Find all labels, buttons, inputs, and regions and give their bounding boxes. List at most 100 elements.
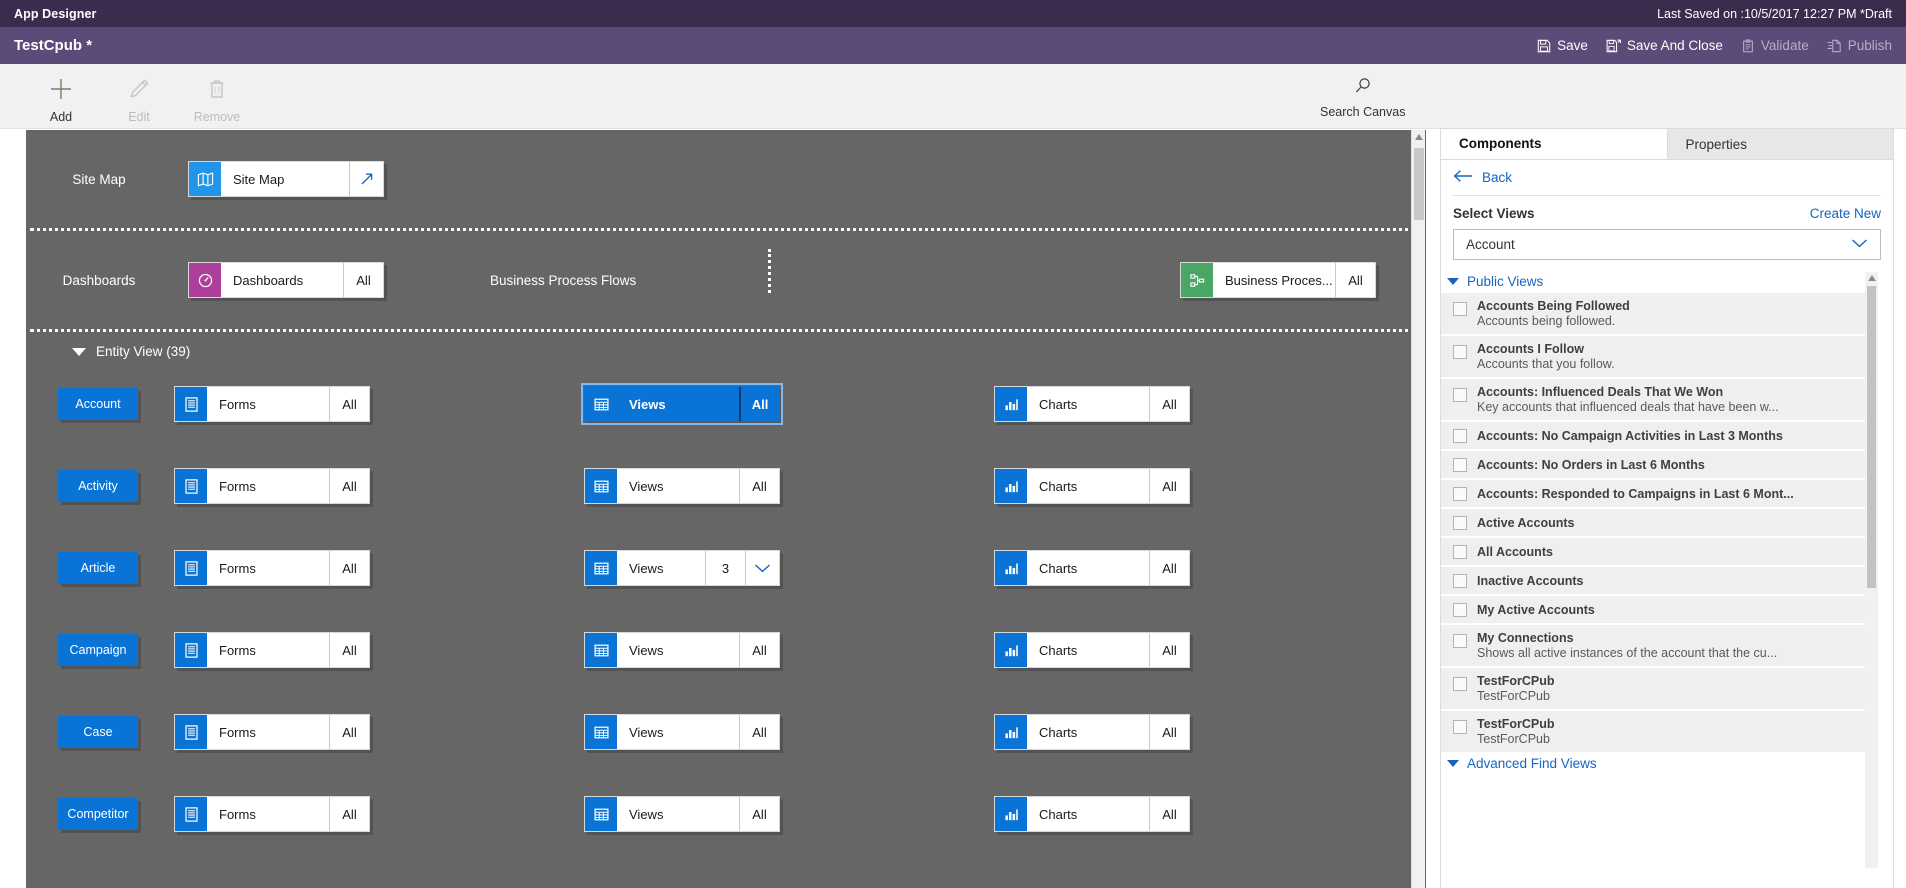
view-list-item[interactable]: TestForCPub TestForCPub — [1441, 711, 1865, 754]
charts-tile-article[interactable]: Charts All — [994, 550, 1190, 586]
views-tile-name: Views — [629, 560, 664, 576]
entity-chip-competitor[interactable]: Competitor — [58, 798, 138, 830]
view-checkbox[interactable] — [1453, 573, 1467, 588]
forms-tile-count: All — [329, 387, 369, 421]
entity-row: Article Forms All Views 3 Charts All — [26, 527, 1426, 609]
open-arrow-icon[interactable] — [349, 162, 383, 196]
forms-tile-activity[interactable]: Forms All — [174, 468, 370, 504]
view-checkbox[interactable] — [1453, 457, 1467, 472]
validate-button[interactable]: Validate — [1741, 38, 1809, 53]
view-checkbox[interactable] — [1453, 388, 1467, 402]
views-group-header[interactable]: Advanced Find Views — [1441, 754, 1865, 775]
forms-tile-account[interactable]: Forms All — [174, 386, 370, 422]
views-tile-count: All — [739, 715, 779, 749]
view-list-item[interactable]: All Accounts — [1441, 538, 1865, 567]
view-list-item[interactable]: Accounts: No Campaign Activities in Last… — [1441, 422, 1865, 451]
design-canvas[interactable]: Site Map Site Map Dashboards Dashboards — [26, 130, 1426, 888]
forms-tile-case[interactable]: Forms All — [174, 714, 370, 750]
save-button[interactable]: Save — [1537, 38, 1588, 53]
scroll-up-arrow-icon[interactable] — [1868, 275, 1876, 281]
entity-chip-account[interactable]: Account — [58, 388, 138, 420]
chevron-down-icon[interactable] — [72, 347, 86, 356]
views-tile-campaign[interactable]: Views All — [584, 632, 780, 668]
chevron-down-icon[interactable] — [1447, 760, 1459, 767]
view-item-description: TestForCPub — [1477, 689, 1550, 703]
forms-tile-article[interactable]: Forms All — [174, 550, 370, 586]
charts-tile-count: All — [1149, 797, 1189, 831]
entity-chip-case[interactable]: Case — [58, 716, 138, 748]
view-checkbox[interactable] — [1453, 720, 1467, 734]
canvas-scrollbar-thumb[interactable] — [1414, 148, 1424, 220]
entity-view-header[interactable]: Entity View (39) — [26, 332, 1426, 363]
view-checkbox[interactable] — [1453, 302, 1467, 316]
view-checkbox[interactable] — [1453, 634, 1467, 648]
views-tile-activity[interactable]: Views All — [584, 468, 780, 504]
view-list-item[interactable]: Active Accounts — [1441, 509, 1865, 538]
chevron-down-icon[interactable] — [1851, 237, 1868, 252]
forms-tile-count: All — [329, 715, 369, 749]
views-tile-article[interactable]: Views 3 — [584, 550, 780, 586]
charts-tile-activity[interactable]: Charts All — [994, 468, 1190, 504]
forms-tile-campaign[interactable]: Forms All — [174, 632, 370, 668]
view-checkbox[interactable] — [1453, 602, 1467, 617]
views-group-header[interactable]: Public Views — [1441, 272, 1865, 293]
charts-tile-campaign[interactable]: Charts All — [994, 632, 1190, 668]
search-canvas-button[interactable]: Search Canvas — [1320, 76, 1405, 119]
tab-properties[interactable]: Properties — [1667, 129, 1893, 159]
chevron-down-icon[interactable] — [1447, 278, 1459, 285]
entity-chip-activity[interactable]: Activity — [58, 470, 138, 502]
bpf-tile[interactable]: Business Proces... All — [1180, 262, 1376, 298]
view-list-item[interactable]: My Active Accounts — [1441, 596, 1865, 625]
view-list-item[interactable]: Accounts I Follow Accounts that you follo… — [1441, 336, 1865, 379]
save-and-close-button[interactable]: Save And Close — [1606, 38, 1723, 53]
right-panel: Components Properties Back Select Views … — [1440, 128, 1894, 888]
canvas-scrollbar[interactable] — [1411, 130, 1425, 888]
view-checkbox[interactable] — [1453, 515, 1467, 530]
forms-icon — [175, 797, 207, 831]
chevron-down-icon[interactable] — [745, 551, 779, 585]
publish-button[interactable]: Publish — [1827, 38, 1892, 53]
views-tile-competitor[interactable]: Views All — [584, 796, 780, 832]
view-item-title: All Accounts — [1477, 544, 1553, 559]
view-checkbox[interactable] — [1453, 345, 1467, 359]
create-new-link[interactable]: Create New — [1810, 206, 1881, 221]
dashboards-tile[interactable]: Dashboards All — [188, 262, 384, 298]
charts-icon — [995, 797, 1027, 831]
entity-chip-campaign[interactable]: Campaign — [58, 634, 138, 666]
views-list-scrollbar-thumb[interactable] — [1867, 286, 1876, 588]
view-list-item[interactable]: Inactive Accounts — [1441, 567, 1865, 596]
tab-components[interactable]: Components — [1441, 129, 1668, 159]
view-checkbox[interactable] — [1453, 486, 1467, 501]
entity-select-dropdown[interactable]: Account — [1453, 229, 1881, 260]
entity-row: Competitor Forms All Views All Charts All — [26, 773, 1426, 855]
edit-button[interactable]: Edit — [100, 70, 178, 124]
view-list-item[interactable]: Accounts: No Orders in Last 6 Months — [1441, 451, 1865, 480]
views-tile-case[interactable]: Views All — [584, 714, 780, 750]
sitemap-tile[interactable]: Site Map — [188, 161, 384, 197]
view-checkbox[interactable] — [1453, 428, 1467, 443]
charts-tile-account[interactable]: Charts All — [994, 386, 1190, 422]
view-checkbox[interactable] — [1453, 677, 1467, 691]
view-checkbox[interactable] — [1453, 544, 1467, 559]
forms-tile-competitor[interactable]: Forms All — [174, 796, 370, 832]
view-list-item[interactable]: My Connections Shows all active instances… — [1441, 625, 1865, 668]
add-button[interactable]: Add — [22, 70, 100, 124]
views-tile-account[interactable]: Views All — [581, 383, 783, 425]
charts-tile-case[interactable]: Charts All — [994, 714, 1190, 750]
remove-button[interactable]: Remove — [178, 70, 256, 124]
search-canvas-label: Search Canvas — [1320, 105, 1406, 119]
back-button[interactable]: Back — [1441, 160, 1893, 195]
charts-tile-competitor[interactable]: Charts All — [994, 796, 1190, 832]
entity-chip-article[interactable]: Article — [58, 552, 138, 584]
views-icon — [585, 797, 617, 831]
view-item-title: Accounts: Influenced Deals That We Won — [1477, 385, 1724, 399]
views-tile-name: Views — [629, 478, 664, 494]
forms-tile-name: Forms — [219, 478, 256, 494]
views-list-scrollbar[interactable] — [1865, 272, 1878, 868]
view-list-item[interactable]: TestForCPub TestForCPub — [1441, 668, 1865, 711]
view-list-item[interactable]: Accounts: Influenced Deals That We Won Ke… — [1441, 379, 1865, 422]
views-list[interactable]: Public Views Accounts Being Followed Accou… — [1441, 272, 1865, 868]
scroll-up-arrow-icon[interactable] — [1415, 134, 1423, 140]
view-list-item[interactable]: Accounts Being Followed Accounts being fo… — [1441, 293, 1865, 336]
view-list-item[interactable]: Accounts: Responded to Campaigns in Last… — [1441, 480, 1865, 509]
